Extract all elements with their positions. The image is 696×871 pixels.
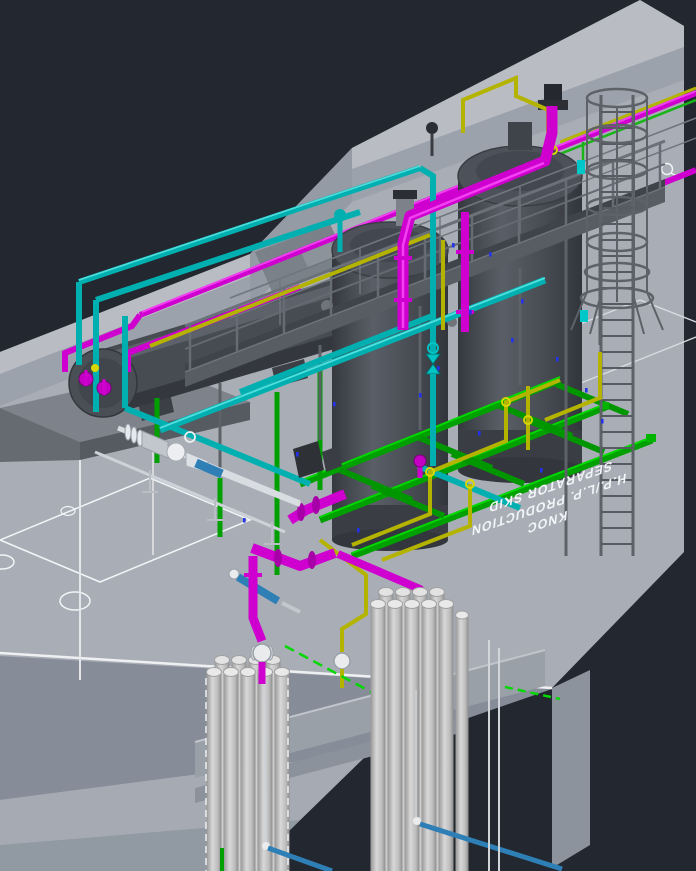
riser-bundle-left [205, 655, 290, 871]
cad-3d-viewport[interactable]: KNOC H.P./L.P. PRODUCTION SEPARATOR SKID [0, 0, 696, 871]
control-valve [333, 652, 351, 670]
launcher-valve [166, 442, 186, 462]
model-scene[interactable]: KNOC H.P./L.P. PRODUCTION SEPARATOR SKID [0, 0, 696, 871]
white-valve [252, 643, 272, 663]
